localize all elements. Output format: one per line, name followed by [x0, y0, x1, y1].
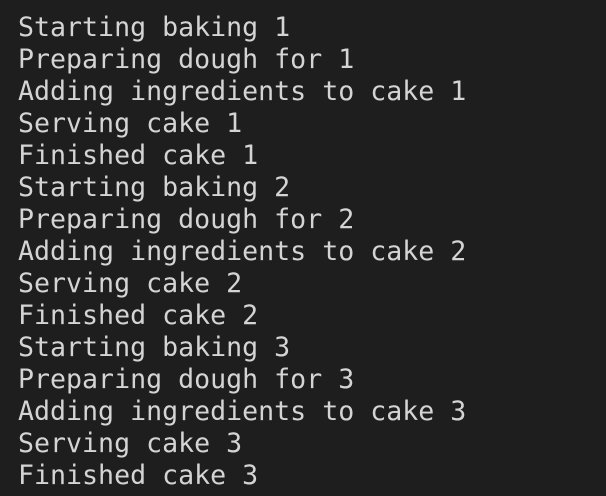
output-line: Finished cake 3 [18, 460, 259, 491]
output-line: Preparing dough for 3 [18, 364, 355, 395]
output-line: Adding ingredients to cake 3 [18, 396, 467, 427]
output-line: Serving cake 1 [18, 108, 243, 139]
output-line: Preparing dough for 1 [18, 44, 355, 75]
output-line: Serving cake 3 [18, 428, 243, 459]
output-line: Adding ingredients to cake 1 [18, 76, 467, 107]
output-lines: Starting baking 1 Preparing dough for 1 … [18, 12, 606, 492]
output-line: Starting baking 1 [18, 12, 291, 43]
output-line: Finished cake 1 [18, 140, 259, 171]
output-line: Starting baking 2 [18, 172, 291, 203]
output-line: Adding ingredients to cake 2 [18, 236, 467, 267]
output-line: Serving cake 2 [18, 268, 243, 299]
output-line: Finished cake 2 [18, 300, 259, 331]
output-line: Preparing dough for 2 [18, 204, 355, 235]
output-line: Starting baking 3 [18, 332, 291, 363]
terminal-output-panel[interactable]: Starting baking 1 Preparing dough for 1 … [0, 0, 606, 496]
